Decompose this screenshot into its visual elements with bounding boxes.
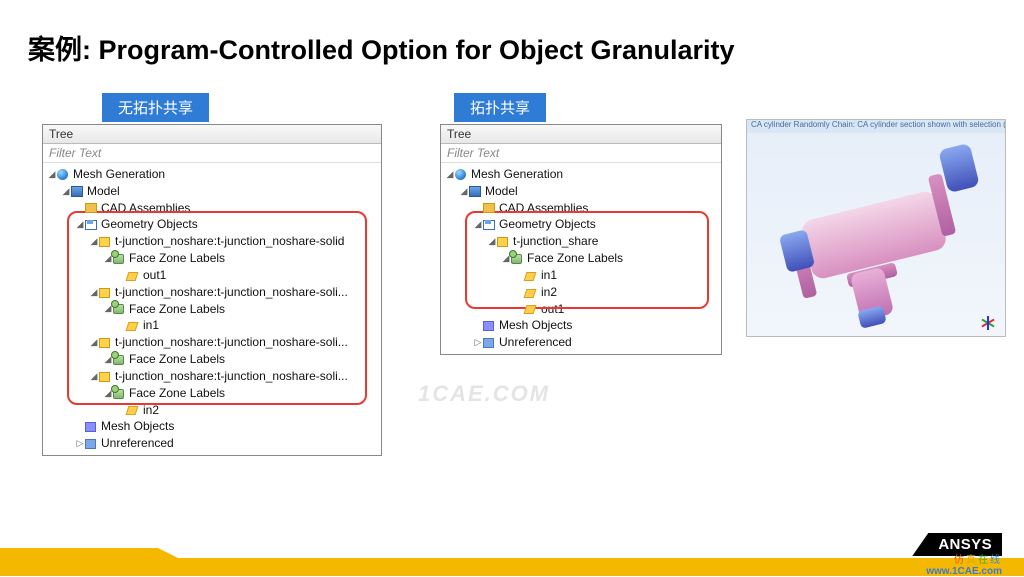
collapse-icon[interactable]: ◢ xyxy=(459,183,469,199)
tree-node-fz[interactable]: ◢Face Zone Labels xyxy=(45,384,381,401)
zone-icon xyxy=(126,272,139,281)
zone-icon xyxy=(524,305,537,314)
geometry-viewer[interactable]: CA cylinder Randomly Chain: CA cylinder … xyxy=(746,119,1006,337)
assembly-icon xyxy=(483,203,495,213)
tree-node-item[interactable]: ◢t-junction_noshare:t-junction_noshare-s… xyxy=(45,283,381,300)
collapse-icon[interactable]: ◢ xyxy=(487,233,497,249)
filter-input[interactable]: Filter Text xyxy=(43,144,381,163)
slide-title: 案例: Program-Controlled Option for Object… xyxy=(0,0,1024,67)
axis-z-icon xyxy=(987,316,989,330)
collapse-icon[interactable]: ◢ xyxy=(89,334,99,350)
tree-panel-left[interactable]: Tree Filter Text ◢Mesh Generation ◢Model… xyxy=(42,124,382,456)
tree-node-leaf[interactable]: in2 xyxy=(45,401,381,418)
tree-node-mesh[interactable]: Mesh Objects xyxy=(443,316,721,333)
tree-node-unref[interactable]: ▷Unreferenced xyxy=(45,434,381,451)
zone-icon xyxy=(126,322,139,331)
tree-node-fz[interactable]: ◢Face Zone Labels xyxy=(443,249,721,266)
model-icon xyxy=(469,186,481,197)
tree-node-leaf[interactable]: in2 xyxy=(443,283,721,300)
tree-node-mesh[interactable]: Mesh Objects xyxy=(45,417,381,434)
tree-node-leaf[interactable]: out1 xyxy=(45,266,381,283)
tree-body-left: ◢Mesh Generation ◢Model CAD Assemblies ◢… xyxy=(43,163,381,455)
facezone-icon xyxy=(113,304,124,314)
filter-input[interactable]: Filter Text xyxy=(441,144,721,163)
tree-node-geometry[interactable]: ◢Geometry Objects xyxy=(45,215,381,232)
tree-node-fz[interactable]: ◢Face Zone Labels xyxy=(45,249,381,266)
watermark-url: www.1CAE.com xyxy=(926,566,1002,577)
tree-node-cad[interactable]: CAD Assemblies xyxy=(45,199,381,216)
globe-icon xyxy=(57,169,68,180)
collapse-icon[interactable]: ◢ xyxy=(61,183,71,199)
tree-panel-right[interactable]: Tree Filter Text ◢Mesh Generation ◢Model… xyxy=(440,124,722,355)
tree-node-leaf[interactable]: in1 xyxy=(45,316,381,333)
zone-icon xyxy=(126,406,139,415)
content-area: 无拓扑共享 Tree Filter Text ◢Mesh Generation … xyxy=(0,93,1024,523)
footer: ANSYS 仿真在线 www.1CAE.com xyxy=(0,538,1024,576)
tree-node-item[interactable]: ◢t-junction_noshare:t-junction_noshare-s… xyxy=(45,232,381,249)
collapse-icon[interactable]: ◢ xyxy=(75,216,85,232)
tree-node-model[interactable]: ◢Model xyxy=(443,182,721,199)
part-icon xyxy=(99,338,110,348)
globe-icon xyxy=(455,169,466,180)
viewer-caption: CA cylinder Randomly Chain: CA cylinder … xyxy=(747,120,1005,133)
unref-icon xyxy=(85,439,96,449)
part-icon xyxy=(99,237,110,247)
tree-node-item[interactable]: ◢t-junction_noshare:t-junction_noshare-s… xyxy=(45,333,381,350)
tree-node-item[interactable]: ◢t-junction_noshare:t-junction_noshare-s… xyxy=(45,367,381,384)
collapse-icon[interactable]: ◢ xyxy=(47,166,57,182)
facezone-icon xyxy=(511,254,522,264)
facezone-icon xyxy=(113,389,124,399)
unref-icon xyxy=(483,338,494,348)
mesh-icon xyxy=(483,321,494,331)
watermark-cn: 仿真在线 xyxy=(954,551,1002,566)
tree-header: Tree xyxy=(441,125,721,144)
gold-accent xyxy=(0,548,158,558)
tree-node-fz[interactable]: ◢Face Zone Labels xyxy=(45,300,381,317)
expand-icon[interactable]: ▷ xyxy=(75,435,85,451)
tree-node-root[interactable]: ◢Mesh Generation xyxy=(443,165,721,182)
tree-node-model[interactable]: ◢Model xyxy=(45,182,381,199)
collapse-icon[interactable]: ◢ xyxy=(89,368,99,384)
tree-node-unref[interactable]: ▷Unreferenced xyxy=(443,333,721,350)
part-icon xyxy=(497,237,508,247)
collapse-icon[interactable]: ◢ xyxy=(473,216,483,232)
tree-node-leaf[interactable]: in1 xyxy=(443,266,721,283)
watermark-center: 1CAE.COM xyxy=(418,381,550,407)
collapse-icon[interactable]: ◢ xyxy=(445,166,455,182)
tree-node-cad[interactable]: CAD Assemblies xyxy=(443,199,721,216)
zone-icon xyxy=(524,289,537,298)
tag-share: 拓扑共享 xyxy=(454,93,546,122)
tag-no-share: 无拓扑共享 xyxy=(102,93,209,122)
tree-node-item[interactable]: ◢t-junction_share xyxy=(443,232,721,249)
panel-no-share: 无拓扑共享 Tree Filter Text ◢Mesh Generation … xyxy=(42,93,382,456)
panel-share: 拓扑共享 Tree Filter Text ◢Mesh Generation ◢… xyxy=(440,93,722,355)
facezone-icon xyxy=(113,355,124,365)
collapse-icon[interactable]: ◢ xyxy=(89,284,99,300)
assembly-icon xyxy=(85,203,97,213)
part-icon xyxy=(99,372,110,382)
model-icon xyxy=(71,186,83,197)
tree-node-leaf[interactable]: out1 xyxy=(443,300,721,317)
geometry-icon xyxy=(85,220,97,230)
tree-body-right: ◢Mesh Generation ◢Model CAD Assemblies ◢… xyxy=(441,163,721,354)
tree-node-fz[interactable]: ◢Face Zone Labels xyxy=(45,350,381,367)
geometry-icon xyxy=(483,220,495,230)
gold-bar xyxy=(0,558,1024,576)
part-icon xyxy=(99,288,110,298)
mesh-icon xyxy=(85,422,96,432)
facezone-icon xyxy=(113,254,124,264)
tree-node-root[interactable]: ◢Mesh Generation xyxy=(45,165,381,182)
tree-header: Tree xyxy=(43,125,381,144)
zone-icon xyxy=(524,272,537,281)
gold-accent xyxy=(158,548,178,558)
axis-triad[interactable] xyxy=(969,304,999,330)
expand-icon[interactable]: ▷ xyxy=(473,334,483,350)
tree-node-geometry[interactable]: ◢Geometry Objects xyxy=(443,215,721,232)
collapse-icon[interactable]: ◢ xyxy=(89,233,99,249)
